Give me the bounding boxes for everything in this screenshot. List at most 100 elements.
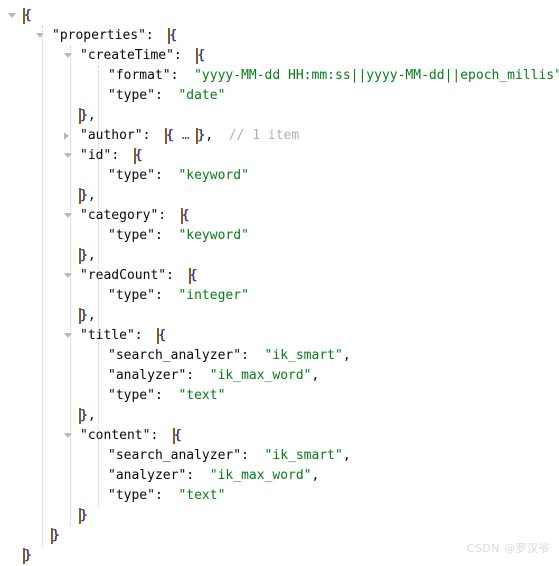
open-brace: { [157,326,166,346]
code-line[interactable]: "properties": { [0,26,559,46]
code-line[interactable]: "title": { [0,326,559,346]
collapsed-close-brace: } [196,126,205,146]
collapsed-ellipsis: … [173,128,198,143]
json-comment: // 1 item [228,128,300,143]
code-line[interactable]: }, [0,306,559,326]
code-line-content: "properties": { [52,26,177,46]
code-line[interactable]: "type": "text" [0,386,559,406]
json-colon: : [154,388,179,403]
json-key: "analyzer" [108,368,187,383]
code-line[interactable]: "type": "keyword" [0,226,559,246]
json-key: "title" [80,328,135,343]
json-key: "content" [80,428,151,443]
json-key: "createTime" [80,48,174,63]
json-key: "search_analyzer" [108,448,242,463]
code-line[interactable]: "analyzer": "ik_max_word", [0,366,559,386]
json-colon: : [170,68,195,83]
code-line[interactable]: "category": { [0,206,559,226]
close-brace: } [51,526,60,546]
code-line[interactable]: "type": "date" [0,86,559,106]
code-line[interactable]: }, [0,406,559,426]
json-colon: : [145,28,170,43]
json-key: "format" [108,68,171,83]
json-colon: : [154,168,179,183]
code-line[interactable]: "type": "text" [0,486,559,506]
code-line-content: }, [79,106,96,126]
code-line-content: } [79,506,88,526]
code-line[interactable]: "search_analyzer": "ik_smart", [0,346,559,366]
json-key: "type" [108,388,155,403]
json-key: "author" [80,128,143,143]
code-line-content: } [23,546,32,566]
code-line[interactable]: "format": "yyyy-MM-dd HH:mm:ss||yyyy-MM-… [0,66,559,86]
open-brace: { [188,266,197,286]
json-string-value: "integer" [178,288,249,303]
json-comma: , [311,368,320,383]
json-colon: : [154,288,179,303]
code-line-content: "id": { [80,146,143,166]
json-key: "readCount" [80,268,167,283]
json-editor-pane[interactable]: {"properties": {"createTime": {"format":… [0,0,559,564]
json-colon: : [150,428,174,443]
code-line[interactable]: "author": { … }, // 1 item [0,126,559,146]
code-line[interactable]: }, [0,246,559,266]
json-comma: , [87,248,96,263]
fold-collapse-icon[interactable] [8,13,16,18]
json-colon: : [173,48,198,63]
code-line[interactable]: "search_analyzer": "ik_smart", [0,446,559,466]
json-key: "analyzer" [108,468,187,483]
json-string-value: "text" [178,488,226,503]
json-colon: : [154,488,179,503]
close-brace: } [79,406,88,426]
json-colon: : [154,88,179,103]
code-line[interactable]: "analyzer": "ik_max_word", [0,466,559,486]
json-key: "type" [108,168,155,183]
close-brace: } [79,186,88,206]
code-line[interactable]: }, [0,106,559,126]
code-line[interactable]: }, [0,186,559,206]
collapsed-open-brace: { [165,126,174,146]
json-string-value: "keyword" [178,168,249,183]
code-line-content: }, [79,246,96,266]
json-colon: : [186,368,210,383]
code-line[interactable]: "type": "integer" [0,286,559,306]
code-line[interactable]: { [0,6,559,26]
code-line-content: "search_analyzer": "ik_smart", [108,346,351,366]
code-line-content: "category": { [80,206,190,226]
json-key: "type" [108,488,155,503]
code-line[interactable]: "readCount": { [0,266,559,286]
json-key: "properties" [52,28,146,43]
json-colon: : [186,468,210,483]
code-block[interactable]: {"properties": {"createTime": {"format":… [0,6,559,566]
code-line-content: "type": "keyword" [108,166,249,186]
code-line[interactable]: "id": { [0,146,559,166]
json-string-value: "keyword" [178,228,249,243]
indent-guide [70,46,72,526]
code-line-content: "type": "date" [108,86,225,106]
json-key: "id" [80,148,112,163]
code-line-content: "search_analyzer": "ik_smart", [108,446,351,466]
json-string-value: "date" [178,88,226,103]
code-line[interactable]: } [0,506,559,526]
close-brace: } [79,246,88,266]
fold-expand-icon[interactable] [64,132,69,140]
json-colon: : [158,208,182,223]
json-string-value: "ik_max_word" [209,468,312,483]
close-brace: } [79,506,88,526]
code-line-content: "content": { [80,426,182,446]
json-string-value: "ik_max_word" [209,368,312,383]
code-line[interactable]: "content": { [0,426,559,446]
code-line-content: "type": "keyword" [108,226,249,246]
json-colon: : [154,228,179,243]
code-line[interactable]: "type": "keyword" [0,166,559,186]
json-string-value: "yyyy-MM-dd HH:mm:ss||yyyy-MM-dd||epoch_… [194,68,559,83]
code-line[interactable]: "createTime": { [0,46,559,66]
json-colon: : [241,448,265,463]
json-colon: : [241,348,265,363]
code-line-content: "author": { … }, // 1 item [80,126,299,146]
json-key: "search_analyzer" [108,348,242,363]
json-colon: : [142,128,167,143]
code-line-content: { [23,6,32,26]
code-line-content: "createTime": { [80,46,205,66]
open-brace: { [196,46,205,66]
